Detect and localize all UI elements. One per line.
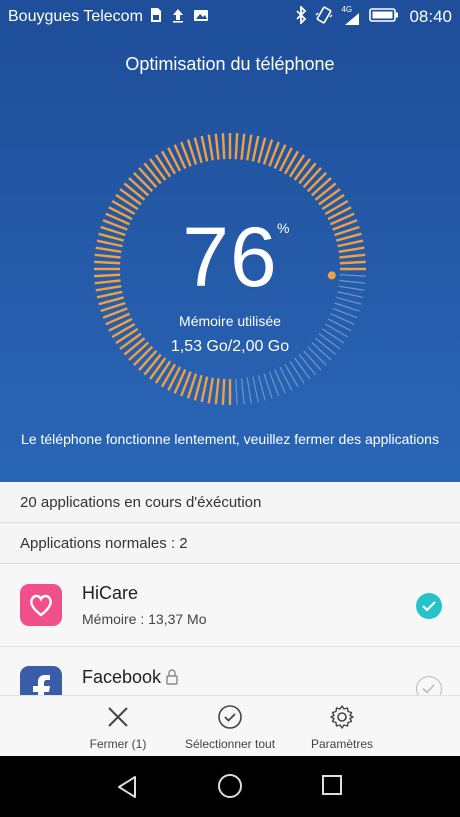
gauge-tick-filled (115, 193, 139, 211)
gauge-tick-empty (257, 375, 266, 401)
gauge-tick-filled (298, 162, 317, 185)
gauge-tick-filled (143, 162, 162, 185)
app-row-hicare[interactable]: HiCare Mémoire : 13,37 Mo (0, 564, 460, 647)
gauge-tick-empty (284, 363, 299, 388)
gauge-tick-filled (138, 167, 158, 189)
clock: 08:40 (409, 7, 452, 26)
gauge-tick-filled (234, 133, 239, 160)
checkbox-checked-icon[interactable] (416, 593, 442, 619)
status-message: Le téléphone fonctionne lentement, veuil… (21, 431, 439, 447)
gauge-tick-filled (214, 378, 220, 405)
close-label: Fermer (1) (89, 737, 147, 751)
normal-apps-header: Applications normales : 2 (0, 523, 460, 564)
gauge-tick-filled (200, 376, 209, 403)
gauge-tick-empty (235, 378, 238, 405)
gauge-tick-filled (193, 374, 203, 401)
back-icon[interactable] (115, 774, 139, 805)
page-title: Optimisation du téléphone (125, 54, 335, 74)
gauge-tick-filled (310, 177, 332, 197)
gauge-tick-filled (251, 135, 260, 162)
signal-icon: 4G (341, 5, 361, 27)
memory-label: Mémoire utilisée (179, 313, 281, 329)
gauge-tick-filled (302, 167, 322, 189)
battery-icon (369, 7, 399, 28)
gauge-tick-empty (298, 354, 317, 376)
gauge-tick-filled (193, 137, 203, 164)
upload-icon (171, 7, 185, 28)
gauge-tick-filled (246, 134, 253, 161)
gauge-tick-filled (207, 134, 214, 161)
settings-label: Paramètres (310, 737, 374, 751)
gauge-tick-empty (246, 377, 252, 404)
select-all-button[interactable]: Sélectionner tout (170, 696, 290, 756)
gauge-tick-filled (119, 188, 142, 206)
heart-icon (20, 584, 62, 626)
gauge-tick-filled (149, 357, 167, 380)
carrier-name: Bouygues Telecom (8, 8, 143, 25)
gauge-tick-empty (289, 360, 305, 384)
percent-sign: % (277, 220, 290, 236)
check-circle-icon (217, 704, 243, 733)
select-all-label: Sélectionner tout (184, 737, 276, 751)
gauge-tick-filled (132, 171, 154, 193)
gauge-tick-filled (221, 378, 226, 405)
memory-value: 1,53 Go/2,00 Go (170, 338, 290, 355)
gauge-tick-filled (306, 171, 328, 193)
running-apps-label: 20 applications en cours d'éxécution (20, 493, 262, 511)
close-icon (105, 704, 131, 733)
gauge-tick-filled (207, 377, 214, 404)
vibrate-icon (315, 6, 333, 29)
gauge-tick-filled (321, 193, 345, 211)
sim-icon (149, 7, 163, 28)
gauge-tick-filled (314, 182, 337, 201)
gauge-tick-filled (221, 133, 226, 160)
gauge-tick-filled (240, 133, 246, 160)
gauge-tick-empty (279, 366, 293, 391)
facebook-icon (20, 666, 62, 695)
gauge-tick-filled (200, 135, 209, 162)
photo-icon (193, 8, 209, 27)
gauge-tick-empty (294, 357, 311, 380)
app-name: HiCare (82, 583, 139, 603)
bluetooth-icon (295, 4, 307, 29)
navigation-bar (0, 756, 460, 817)
gauge-tick-filled (154, 360, 172, 384)
close-button[interactable]: Fermer (1) (68, 696, 168, 756)
home-icon[interactable] (217, 773, 243, 804)
gauge-tick-filled (288, 154, 306, 178)
running-apps-header: 20 applications en cours d'éxécution (0, 482, 460, 523)
recents-icon[interactable] (321, 774, 343, 801)
gauge-tick-filled (257, 137, 267, 164)
memory-percent: 76 (182, 210, 278, 304)
gauge-tick-filled (293, 158, 311, 181)
settings-button[interactable]: Paramètres (292, 696, 392, 756)
memory-panel: Optimisation du téléphone 76 % Mémoire u… (0, 34, 460, 482)
gauge-tick-empty (263, 373, 273, 399)
gear-icon (329, 704, 355, 733)
gauge-tick-filled (318, 188, 341, 206)
lock-icon (166, 669, 178, 690)
app-name: Facebook (82, 667, 162, 687)
gauge-tick-filled (123, 182, 146, 201)
gauge-tick-filled (149, 158, 167, 181)
gauge-tick-empty (240, 378, 245, 405)
app-row-facebook[interactable]: Facebook (0, 647, 460, 696)
status-bar: Bouygues Telecom 4G 08:40 (0, 0, 460, 34)
normal-apps-label: Applications normales : 2 (20, 534, 188, 552)
action-bar: Fermer (1) Sélectionner tout Paramètres (0, 695, 460, 756)
gauge-tick-filled (143, 353, 162, 376)
gauge-tick-filled (154, 154, 172, 178)
gauge-tick-filled (214, 133, 220, 160)
gauge-tick-empty (252, 376, 259, 403)
checkbox-unchecked-icon[interactable] (416, 676, 442, 695)
gauge-tick-filled (128, 177, 150, 197)
app-memory: Mémoire : 13,37 Mo (82, 611, 207, 627)
